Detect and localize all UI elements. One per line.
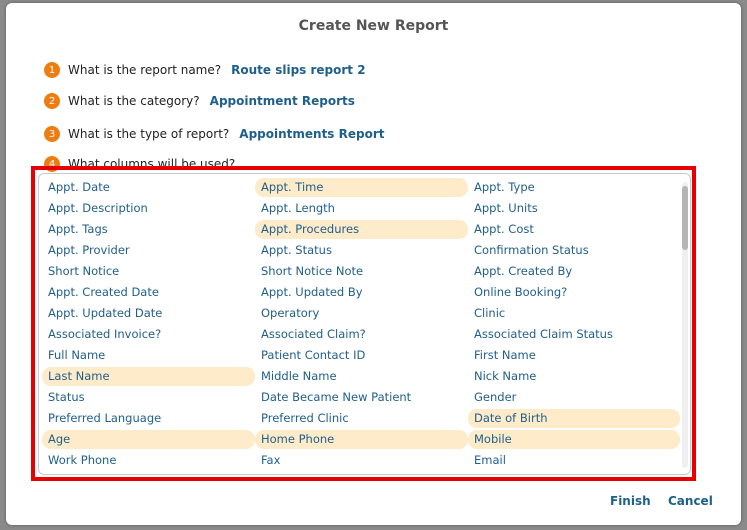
step-2-badge: 2 bbox=[44, 93, 60, 109]
column-option[interactable]: Appt. Updated Date bbox=[42, 304, 255, 323]
column-option[interactable]: Associated Invoice? bbox=[42, 325, 255, 344]
column-option[interactable]: Date of Birth bbox=[468, 409, 680, 428]
question-label: What is the report name? bbox=[68, 63, 222, 77]
column-option[interactable]: Work Phone bbox=[42, 451, 255, 470]
column-option[interactable]: Appt. Status bbox=[255, 241, 468, 260]
column-option[interactable]: Associated Claim Status bbox=[468, 325, 680, 344]
column-option[interactable]: Age bbox=[42, 430, 255, 449]
dialog-title: Create New Report bbox=[298, 18, 449, 34]
question-report-name: 1 What is the report name? Route slips r… bbox=[44, 61, 366, 79]
column-option[interactable]: Appt. Cost bbox=[468, 220, 680, 239]
column-option[interactable]: Confirmation Status bbox=[468, 241, 680, 260]
column-option[interactable]: Appt. Provider bbox=[42, 241, 255, 260]
cancel-button[interactable]: Cancel bbox=[668, 494, 713, 508]
column-option[interactable]: Preferred Language bbox=[42, 409, 255, 428]
column-option[interactable]: Last Name bbox=[42, 367, 255, 386]
question-label: What is the type of report? bbox=[68, 127, 230, 141]
column-option[interactable]: Appt. Tags bbox=[42, 220, 255, 239]
step-1-badge: 1 bbox=[44, 62, 60, 78]
column-option[interactable]: Appt. Created By bbox=[468, 262, 680, 281]
column-option[interactable]: Gender bbox=[468, 388, 680, 407]
category-value[interactable]: Appointment Reports bbox=[210, 94, 355, 108]
column-option[interactable]: Appt. Type bbox=[468, 178, 680, 197]
column-option[interactable]: Appt. Description bbox=[42, 199, 255, 218]
column-option[interactable]: Appt. Units bbox=[468, 199, 680, 218]
column-option[interactable]: Mobile bbox=[468, 430, 680, 449]
columns-list[interactable]: Appt. Date Appt. Time Appt. Type Appt. Desc… bbox=[38, 173, 691, 475]
columns-grid: Appt. Date Appt. Time Appt. Type Appt. Desc… bbox=[42, 177, 680, 471]
column-option[interactable]: Appt. Created Date bbox=[42, 283, 255, 302]
column-option[interactable]: Home Phone bbox=[255, 430, 468, 449]
column-option[interactable]: Short Notice Note bbox=[255, 262, 468, 281]
question-label: What is the category? bbox=[68, 94, 200, 108]
column-option[interactable]: Short Notice bbox=[42, 262, 255, 281]
finish-button[interactable]: Finish bbox=[610, 494, 651, 508]
report-name-value[interactable]: Route slips report 2 bbox=[231, 63, 365, 77]
column-option[interactable]: Date Became New Patient bbox=[255, 388, 468, 407]
column-option[interactable]: Online Booking? bbox=[468, 283, 680, 302]
column-option[interactable]: Clinic bbox=[468, 304, 680, 323]
question-category: 2 What is the category? Appointment Repo… bbox=[44, 92, 355, 110]
column-option[interactable]: Operatory bbox=[255, 304, 468, 323]
column-option[interactable]: Appt. Length bbox=[255, 199, 468, 218]
report-type-value[interactable]: Appointments Report bbox=[239, 127, 384, 141]
column-option[interactable]: Appt. Procedures bbox=[255, 220, 468, 239]
column-option[interactable]: Preferred Clinic bbox=[255, 409, 468, 428]
question-report-type: 3 What is the type of report? Appointmen… bbox=[44, 125, 385, 143]
column-option[interactable]: Appt. Time bbox=[255, 178, 468, 197]
column-option[interactable]: Appt. Updated By bbox=[255, 283, 468, 302]
column-option[interactable]: Fax bbox=[255, 451, 468, 470]
column-option[interactable]: Associated Claim? bbox=[255, 325, 468, 344]
column-option[interactable]: Email bbox=[468, 451, 680, 470]
columns-scrollbar[interactable] bbox=[682, 182, 688, 468]
column-option[interactable]: Appt. Date bbox=[42, 178, 255, 197]
column-option[interactable]: Nick Name bbox=[468, 367, 680, 386]
column-option[interactable]: First Name bbox=[468, 346, 680, 365]
column-option[interactable]: Patient Contact ID bbox=[255, 346, 468, 365]
scrollbar-thumb[interactable] bbox=[682, 186, 688, 250]
column-option[interactable]: Middle Name bbox=[255, 367, 468, 386]
column-option[interactable]: Status bbox=[42, 388, 255, 407]
step-3-badge: 3 bbox=[44, 126, 60, 142]
column-option[interactable]: Full Name bbox=[42, 346, 255, 365]
